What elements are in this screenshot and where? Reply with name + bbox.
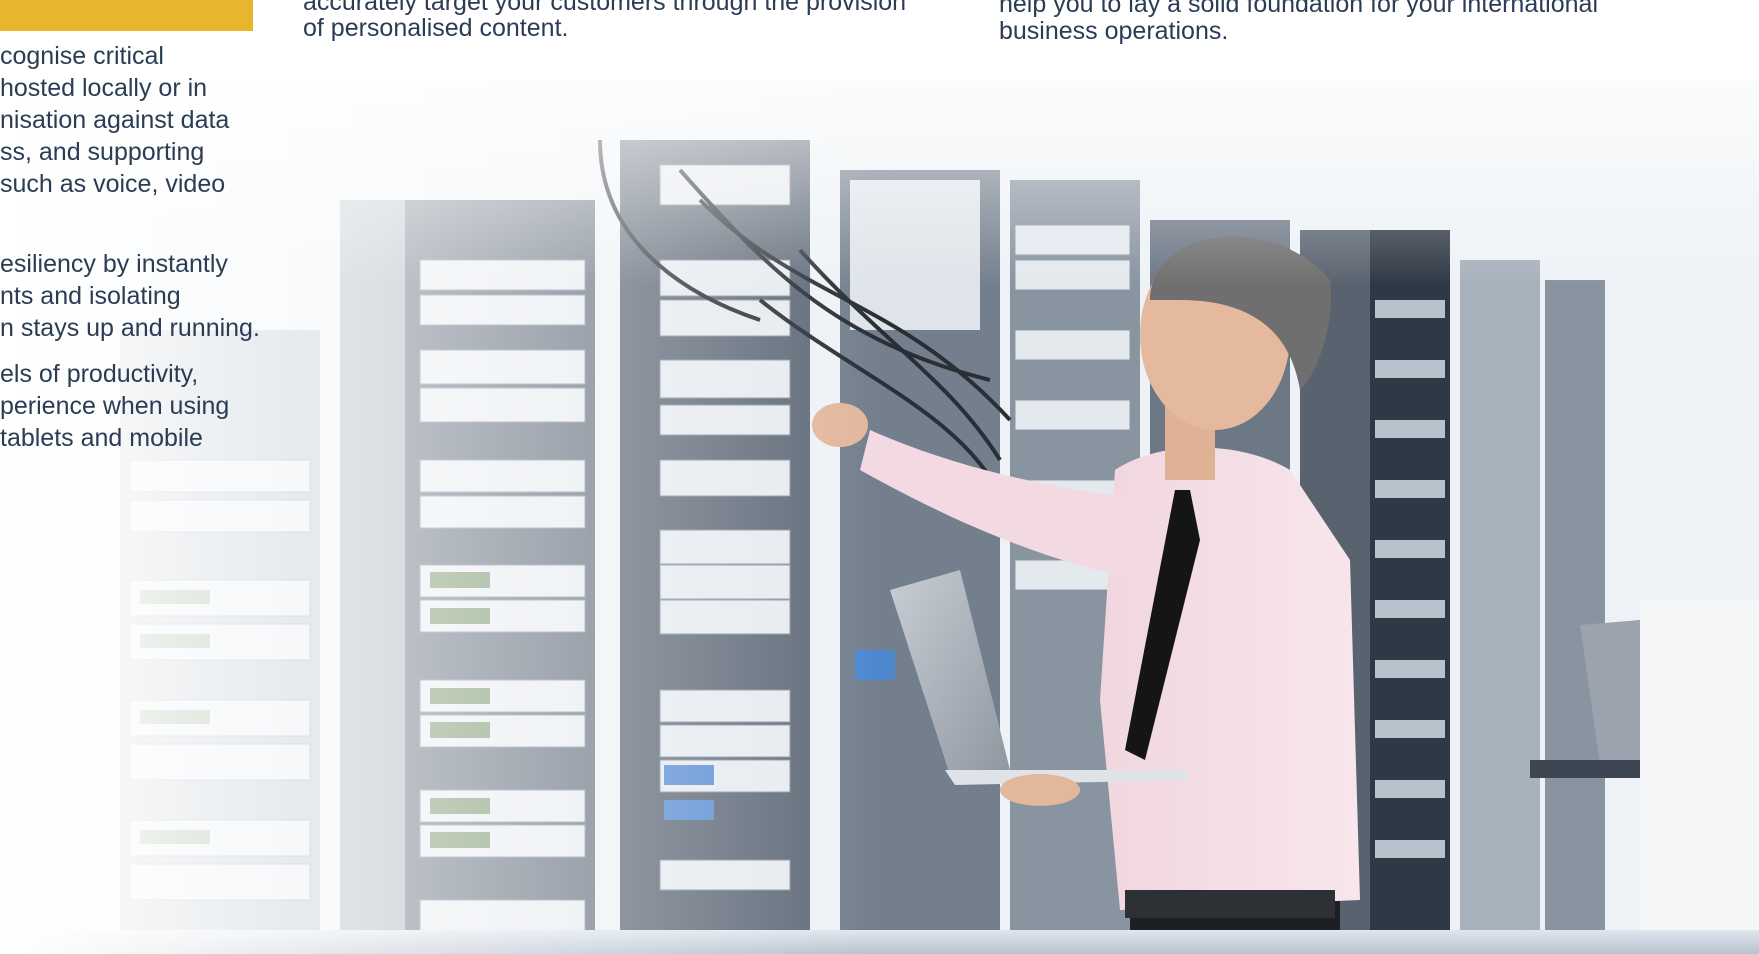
left-para3-line3: tablets and mobile: [0, 424, 203, 452]
right-line2: business operations.: [999, 17, 1229, 45]
left-para2-line3: n stays up and running.: [0, 314, 260, 342]
left-para3-line2: perience when using: [0, 392, 230, 420]
left-para1-line5: such as voice, video: [0, 170, 226, 198]
left-para1-line1: cognise critical: [0, 42, 164, 70]
left-para2-line1: esiliency by instantly: [0, 250, 228, 278]
left-para2-line2: nts and isolating: [0, 282, 181, 310]
left-para1-line3: nisation against data: [0, 106, 230, 134]
left-para3-line1: els of productivity,: [0, 360, 199, 388]
heading-accent-bar: [0, 0, 253, 31]
left-para1-line2: hosted locally or in: [0, 74, 208, 102]
left-para1-line4: ss, and supporting: [0, 138, 205, 166]
middle-line2: of personalised content.: [303, 14, 569, 42]
server-room-photo: [0, 0, 1759, 954]
